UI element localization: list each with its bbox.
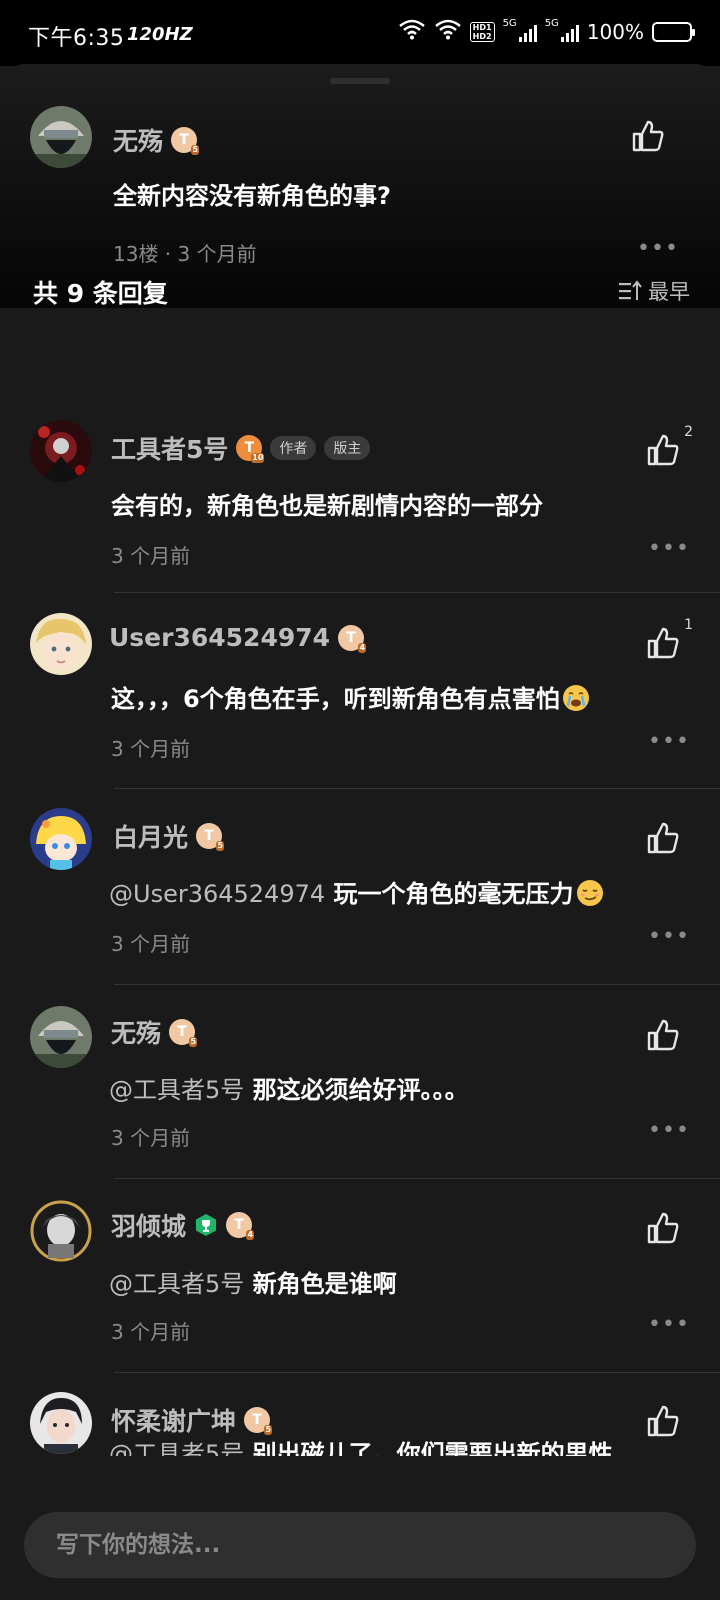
status-time: 下午6:35 [28, 26, 125, 51]
reply-sheet: 无殇 T5 全新内容没有新角色的事? 13楼 · 3 个月前 ••• 共 9 条… [0, 64, 720, 1600]
signal-icon-2 [560, 22, 579, 42]
hd-icon: HD1 HD2 [469, 21, 495, 42]
wifi-icon [398, 18, 426, 45]
signal-icon [518, 22, 537, 42]
battery-percent: 100% [586, 19, 644, 44]
like-button[interactable] [645, 1403, 685, 1443]
level-badge-icon: T5 [244, 1407, 273, 1435]
status-bar: 下午6:35 120HZ HD1 HD2 5G 5G 100% [0, 0, 720, 66]
network-type-2: 5G [544, 18, 559, 29]
username[interactable]: 怀柔谢广坤 T5 [111, 1402, 273, 1438]
thumbs-up-icon [647, 1405, 679, 1437]
reply-text-body: 别出磁儿了。你们需要出新的男性 [252, 1440, 613, 1456]
refresh-rate: 120HZ [127, 24, 193, 45]
comment-input[interactable] [24, 1512, 696, 1578]
reply-text: @工具者5号 别出磁儿了。你们需要出新的男性 [109, 1434, 613, 1456]
username-text: 怀柔谢广坤 [111, 1407, 237, 1436]
reply-item: 怀柔谢广坤 T5 @工具者5号 别出磁儿了。你们需要出新的男性 [0, 64, 720, 1456]
network-type: 5G [502, 18, 517, 29]
mention-link[interactable]: @工具者5号 [109, 1440, 244, 1456]
battery-icon [652, 21, 695, 42]
comment-input-bar[interactable] [24, 1512, 696, 1578]
avatar[interactable] [30, 1392, 92, 1454]
wifi-icon-2 [434, 18, 462, 45]
